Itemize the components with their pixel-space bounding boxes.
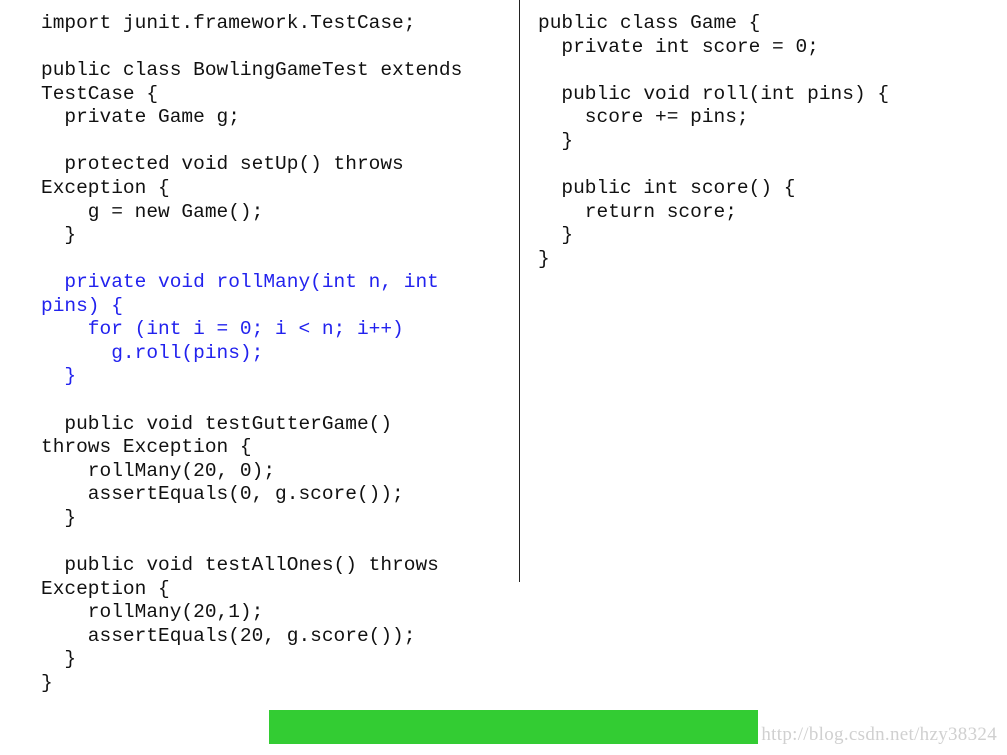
code-line: private void rollMany(int n, int — [41, 271, 439, 294]
code-line: score += pins; — [538, 106, 749, 129]
code-line: rollMany(20,1); — [41, 601, 264, 624]
code-line: } — [41, 506, 77, 529]
code-line: Exception { — [41, 577, 170, 600]
code-line: } — [538, 129, 574, 152]
code-line: assertEquals(20, g.score()); — [41, 624, 416, 647]
code-line: return score; — [538, 200, 737, 223]
code-line: assertEquals(0, g.score()); — [41, 483, 404, 506]
code-line: private Game g; — [41, 106, 240, 129]
code-line: } — [538, 224, 574, 247]
game-code-panel: public class Game { private int score = … — [538, 12, 889, 271]
code-line: } — [41, 671, 53, 694]
code-line: } — [41, 224, 77, 247]
green-test-bar — [269, 710, 758, 744]
column-divider — [519, 0, 520, 582]
code-line: g = new Game(); — [41, 200, 264, 223]
code-line: rollMany(20, 0); — [41, 459, 276, 482]
code-line: public class BowlingGameTest extends — [41, 59, 463, 82]
code-line: public void testGutterGame() — [41, 412, 393, 435]
code-line: } — [41, 365, 77, 388]
code-line: TestCase { — [41, 82, 159, 105]
code-line: throws Exception { — [41, 436, 252, 459]
code-line: for (int i = 0; i < n; i++) — [41, 318, 404, 341]
code-line: public void roll(int pins) { — [538, 82, 890, 105]
code-line: } — [41, 648, 77, 671]
code-line: public void testAllOnes() throws — [41, 553, 439, 576]
code-line: g.roll(pins); — [41, 341, 264, 364]
code-line: public int score() { — [538, 176, 796, 199]
code-line: protected void setUp() throws — [41, 153, 404, 176]
code-line: public class Game { — [538, 12, 761, 34]
code-line: Exception { — [41, 176, 170, 199]
code-line: import junit.framework.TestCase; — [41, 12, 416, 34]
code-line: private int score = 0; — [538, 35, 819, 58]
code-line: } — [538, 247, 550, 270]
test-code-panel: import junit.framework.TestCase; public c… — [41, 12, 462, 695]
code-line: pins) { — [41, 294, 123, 317]
watermark: http://blog.csdn.net/hzy38324 — [761, 724, 997, 745]
